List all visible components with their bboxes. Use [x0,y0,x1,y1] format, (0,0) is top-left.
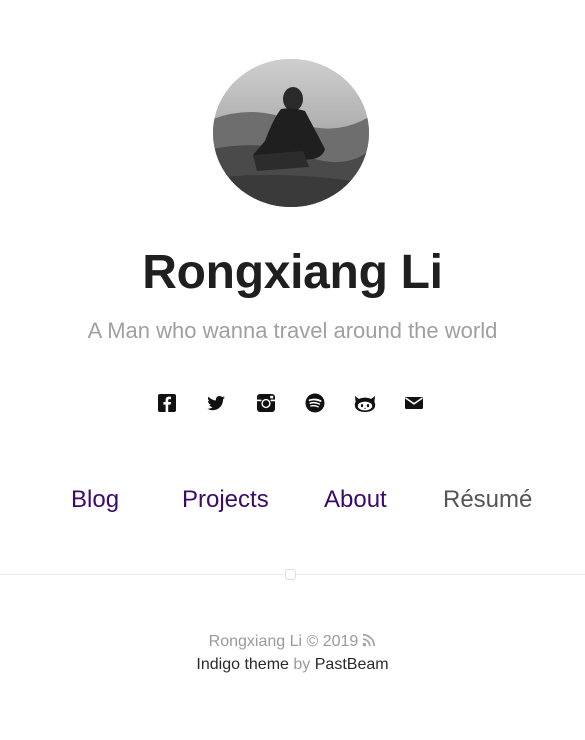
github-link[interactable] [353,392,376,414]
instagram-link[interactable] [255,392,277,414]
email-link[interactable] [403,392,425,414]
nav-about[interactable]: About [324,486,387,514]
nav-projects[interactable]: Projects [182,486,269,514]
author-link[interactable]: PastBeam [315,656,389,673]
by-text: by [293,656,311,673]
divider-dot [285,569,296,580]
github-icon [354,396,376,412]
nav-blog[interactable]: Blog [71,486,119,514]
site-tagline: A Man who wanna travel around the world [87,318,498,343]
twitter-icon [207,396,225,411]
facebook-link[interactable] [156,392,178,414]
theme-link[interactable]: Indigo theme [196,656,289,673]
twitter-link[interactable] [205,392,227,414]
footer-copyright: Rongxiang Li © 2019 [0,632,585,653]
rss-icon-glyph [362,633,376,647]
page: Rongxiang Li A Man who wanna travel arou… [0,0,585,740]
facebook-icon [158,394,176,412]
nav-resume[interactable]: Résumé [443,486,532,514]
copyright-text: Rongxiang Li © 2019 [208,633,359,650]
spotify-icon [305,393,325,413]
avatar [213,59,369,207]
email-icon [405,397,423,409]
avatar-photo [213,59,369,207]
spotify-link[interactable] [304,392,326,414]
instagram-icon [257,394,275,412]
site-title: Rongxiang Li [142,246,443,299]
social-links [0,392,585,414]
footer-credits: Indigo theme by PastBeam [0,655,585,675]
rss-icon[interactable] [362,633,376,653]
